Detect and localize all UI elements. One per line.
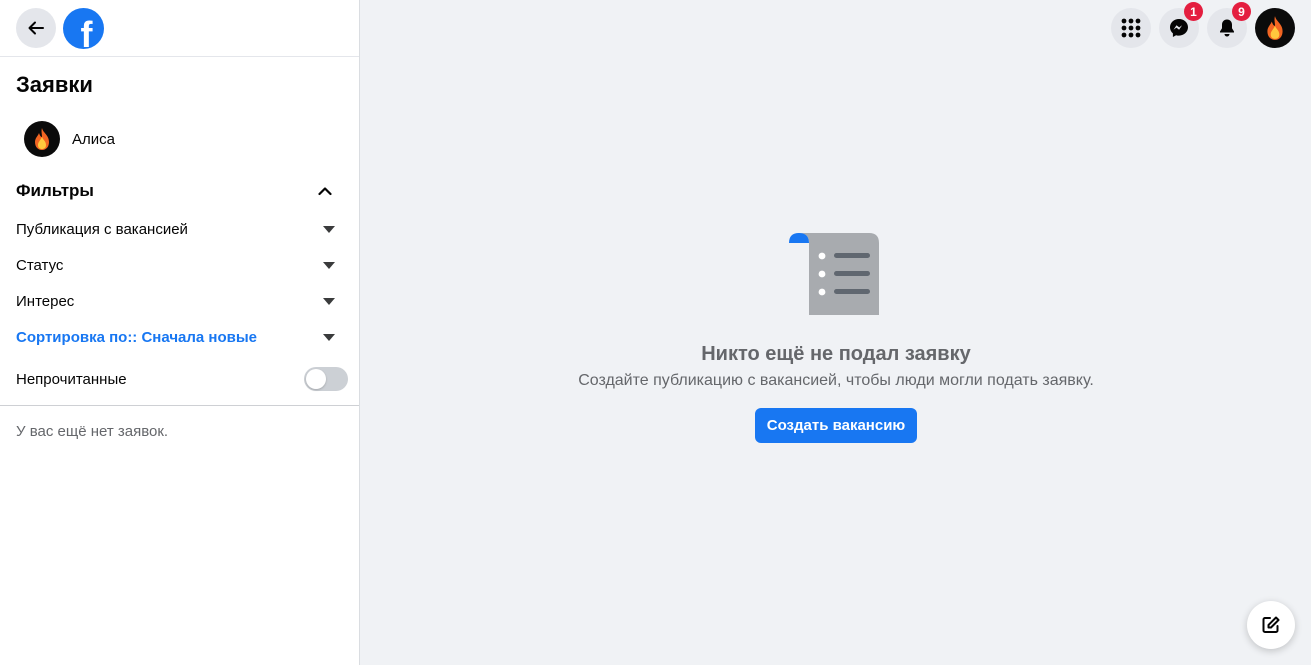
top-right-toolbar: 1 9 (1111, 2, 1295, 48)
page-title: Заявки (16, 72, 93, 97)
profile-item[interactable]: Алиса (24, 121, 115, 157)
caret-down-icon (323, 298, 335, 305)
document-list-icon (789, 233, 879, 315)
messenger-button[interactable]: 1 (1159, 2, 1203, 48)
compose-button[interactable] (1247, 601, 1295, 649)
profile-name: Алиса (72, 130, 115, 148)
messenger-icon (1170, 19, 1188, 37)
notifications-button[interactable]: 9 (1207, 2, 1251, 48)
account-avatar-button[interactable] (1255, 8, 1295, 48)
filter-sort[interactable]: Сортировка по:: Сначала новые (16, 329, 336, 346)
empty-state: Никто ещё не подал заявку Создайте публи… (361, 230, 1311, 443)
filters-toggle[interactable]: Фильтры (16, 181, 336, 201)
avatar (24, 121, 60, 157)
arrow-left-icon (28, 21, 44, 35)
bell-icon (1220, 19, 1234, 37)
filter-label: Сортировка по:: Сначала новые (16, 329, 258, 346)
messenger-badge: 1 (1184, 2, 1203, 21)
unread-toggle[interactable] (304, 367, 348, 391)
grid-menu-icon (1121, 18, 1141, 38)
toggle-knob (306, 369, 326, 389)
menu-button[interactable] (1111, 8, 1151, 48)
filter-status[interactable]: Статус (16, 257, 336, 274)
filters-label: Фильтры (16, 181, 94, 200)
empty-state-subtitle: Создайте публикацию с вакансией, чтобы л… (578, 372, 1094, 389)
sidebar: f Заявки Алиса Фильтры Публикация с вака… (0, 0, 360, 665)
empty-state-title: Никто ещё не подал заявку (701, 343, 971, 365)
notifications-badge: 9 (1232, 2, 1251, 21)
facebook-logo-icon[interactable]: f (63, 8, 104, 49)
caret-down-icon (323, 262, 335, 269)
chevron-up-icon (318, 187, 332, 196)
filter-interest[interactable]: Интерес (16, 293, 336, 310)
divider (0, 405, 359, 406)
compose-edit-icon (1262, 616, 1280, 633)
empty-applications-note: У вас ещё нет заявок. (16, 423, 169, 440)
unread-label: Непрочитанные (16, 370, 127, 388)
back-button[interactable] (16, 8, 56, 48)
fire-icon (1267, 16, 1283, 40)
caret-down-icon (323, 226, 335, 233)
unread-filter: Непрочитанные (16, 367, 348, 391)
filter-label: Публикация с вакансией (16, 221, 188, 238)
sidebar-header: f (0, 0, 359, 57)
caret-down-icon (323, 334, 335, 341)
create-job-button[interactable]: Создать вакансию (754, 408, 918, 443)
filter-label: Статус (16, 257, 64, 274)
filter-job-post[interactable]: Публикация с вакансией (16, 221, 336, 238)
filter-label: Интерес (16, 293, 75, 310)
fire-icon (35, 128, 49, 150)
